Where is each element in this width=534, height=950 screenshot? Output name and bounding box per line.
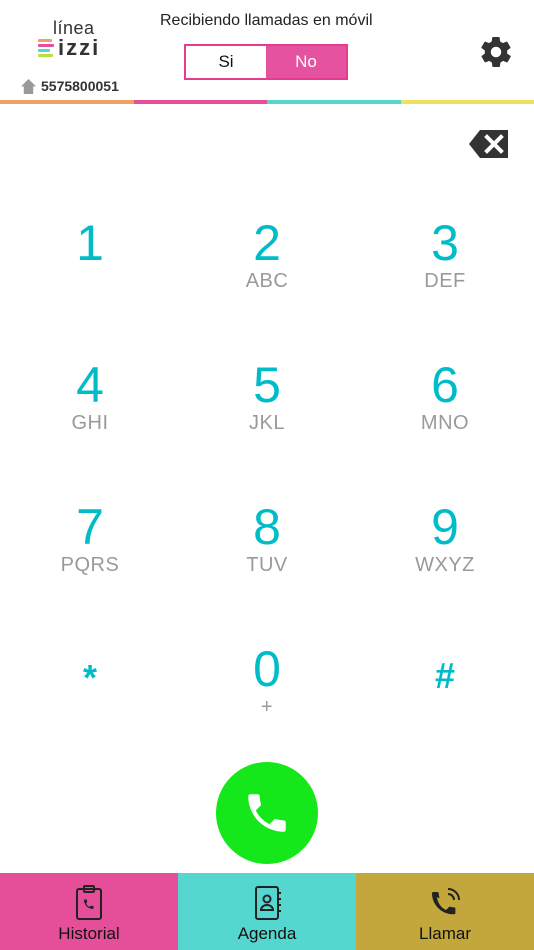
nav-llamar-label: Llamar xyxy=(419,924,471,943)
nav-historial[interactable]: Historial xyxy=(0,873,178,950)
key-digit: * xyxy=(82,657,97,698)
toggle-si-option[interactable]: Si xyxy=(186,46,266,78)
key-digit: 3 xyxy=(431,215,459,271)
key-2[interactable]: 2 ABC xyxy=(197,218,337,338)
app-header: línea izzi 5575800051 Recibiendo llamada… xyxy=(0,0,534,104)
key-letters: TUV xyxy=(246,554,288,576)
key-letters: WXYZ xyxy=(415,554,475,576)
key-3[interactable]: 3 DEF xyxy=(375,218,515,338)
key-digit: 6 xyxy=(431,357,459,413)
key-hash[interactable]: # xyxy=(375,644,515,764)
key-letters: DEF xyxy=(424,270,466,292)
call-button[interactable] xyxy=(216,762,318,864)
key-plus: + xyxy=(260,696,274,718)
line-number: 5575800051 xyxy=(20,77,119,95)
key-digit: # xyxy=(434,655,456,696)
nav-historial-label: Historial xyxy=(58,924,120,943)
key-letters: MNO xyxy=(420,412,470,434)
nav-agenda-label: Agenda xyxy=(237,924,297,943)
key-digit: 4 xyxy=(76,357,104,413)
phone-number: 5575800051 xyxy=(41,78,119,94)
phone-icon xyxy=(248,794,286,832)
gear-icon[interactable] xyxy=(478,34,514,70)
header-color-strip xyxy=(0,100,534,104)
key-letters: PQRS xyxy=(60,554,120,576)
key-0[interactable]: 0 + xyxy=(197,644,337,764)
key-4[interactable]: 4 GHI xyxy=(20,360,160,480)
key-9[interactable]: 9 WXYZ xyxy=(375,502,515,622)
key-digit: 8 xyxy=(253,499,281,555)
key-digit: 0 xyxy=(253,641,281,697)
nav-llamar[interactable]: Llamar xyxy=(356,873,534,950)
receiving-calls-label: Recibiendo llamadas en móvil xyxy=(160,12,373,29)
key-digit: 5 xyxy=(253,357,281,413)
logo-text-izzi: izzi xyxy=(58,35,101,60)
logo-color-bars xyxy=(38,39,56,59)
key-letters: ABC xyxy=(245,270,289,292)
nav-agenda[interactable]: Agenda xyxy=(178,873,356,950)
backspace-icon[interactable] xyxy=(468,128,510,160)
key-1[interactable]: 1 xyxy=(20,218,160,338)
contacts-book-icon xyxy=(255,886,281,920)
call-history-icon xyxy=(76,885,102,920)
key-7[interactable]: 7 PQRS xyxy=(20,502,160,622)
key-letters: GHI xyxy=(71,412,109,434)
key-6[interactable]: 6 MNO xyxy=(375,360,515,480)
home-icon xyxy=(20,78,37,94)
toggle-no-option[interactable]: No xyxy=(266,46,346,78)
key-letters: JKL xyxy=(249,412,285,434)
key-digit: 7 xyxy=(76,499,104,555)
receiving-calls-toggle: Si No xyxy=(184,44,348,80)
key-8[interactable]: 8 TUV xyxy=(197,502,337,622)
key-digit: 9 xyxy=(431,499,459,555)
phone-ringing-icon xyxy=(431,888,460,915)
key-star[interactable]: * xyxy=(20,644,160,764)
bottom-navigation: Historial Agenda Llamar xyxy=(0,873,534,950)
key-5[interactable]: 5 JKL xyxy=(197,360,337,480)
key-digit: 2 xyxy=(253,215,281,271)
linea-izzi-logo: línea izzi xyxy=(38,18,108,64)
key-digit: 1 xyxy=(76,215,104,271)
